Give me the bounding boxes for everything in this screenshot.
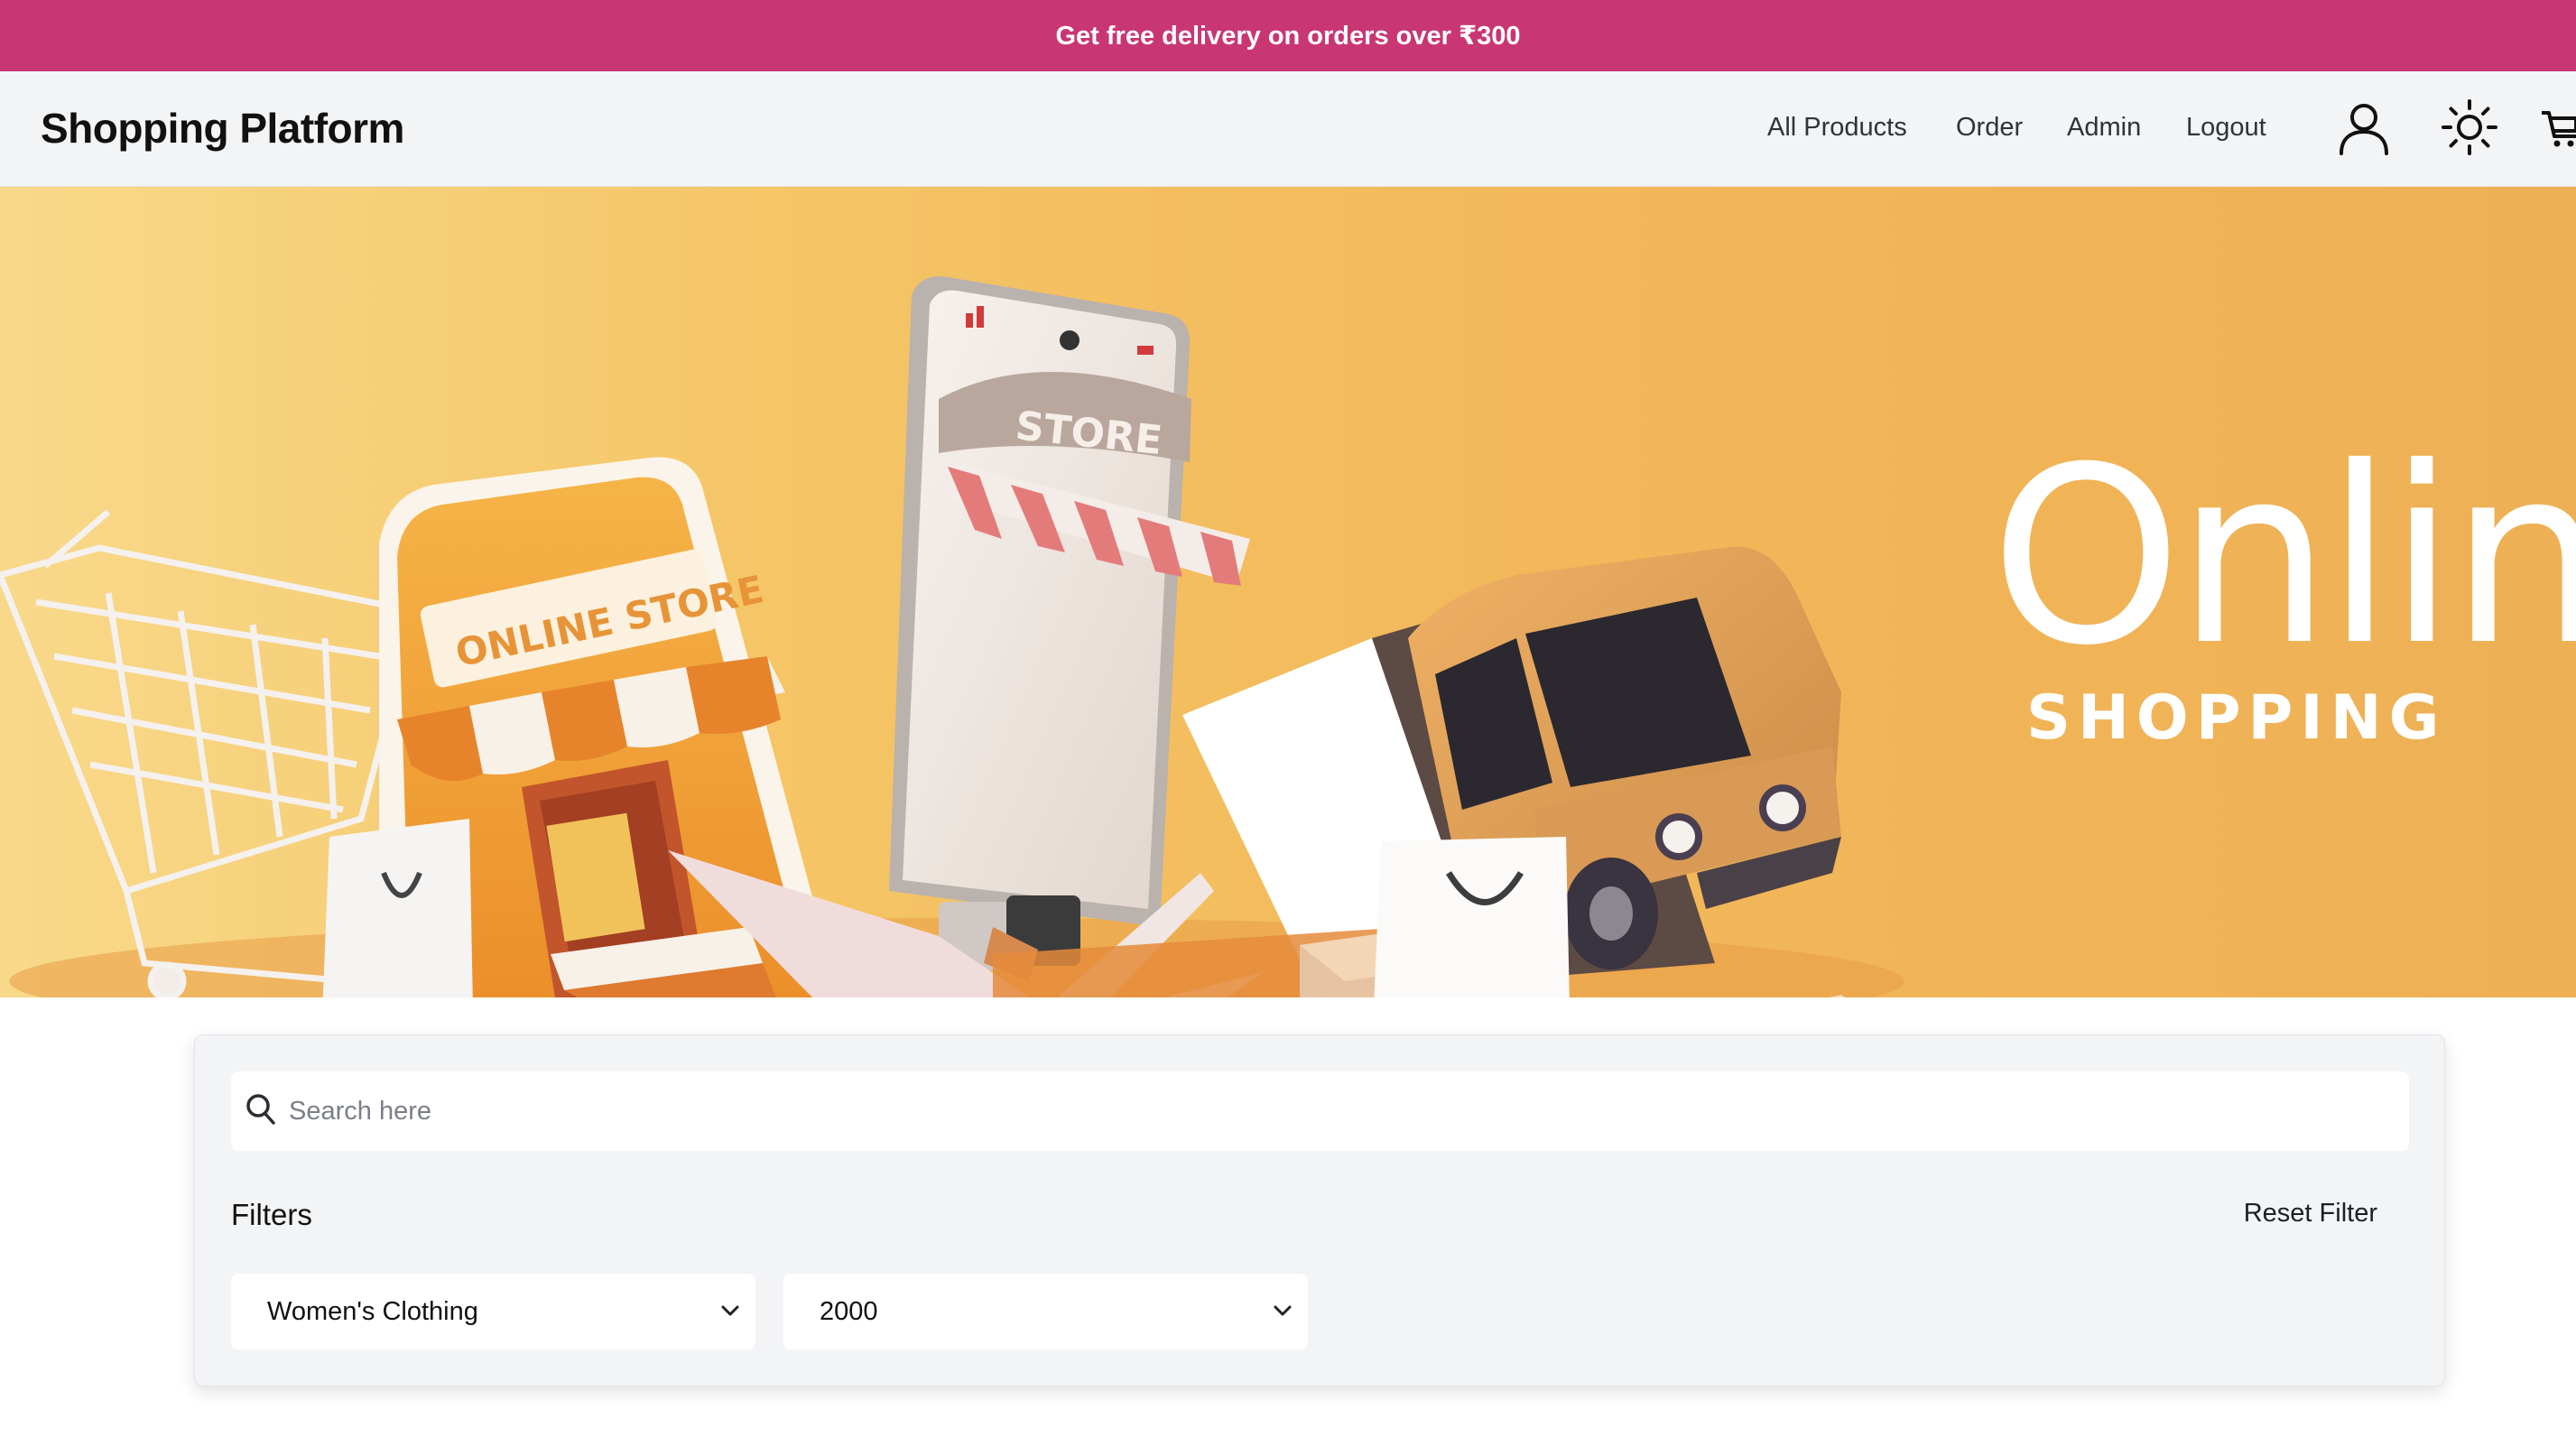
- search-input[interactable]: [289, 1071, 2365, 1151]
- promo-banner: Get free delivery on orders over ₹300: [0, 0, 2576, 71]
- hero-banner: ONLINE STORE STORE Onlin SHOPPING: [0, 187, 2576, 997]
- category-select[interactable]: Women's Clothing: [231, 1274, 755, 1349]
- bag-illustration-right: [1374, 837, 1570, 997]
- hero-subtitle: SHOPPING: [2026, 682, 2447, 754]
- sun-icon[interactable]: [2441, 98, 2498, 161]
- nav-all-products[interactable]: All Products: [1767, 113, 1907, 143]
- chevron-down-icon: [719, 1302, 741, 1324]
- phone-illustration: STORE: [889, 276, 1250, 981]
- category-select-value: Women's Clothing: [267, 1297, 478, 1326]
- site-header: Shopping Platform All Products Order Adm…: [0, 71, 2576, 187]
- search-icon: [246, 1093, 276, 1130]
- user-icon[interactable]: [2338, 101, 2390, 160]
- chevron-down-icon: [1272, 1302, 1293, 1324]
- site-logo[interactable]: Shopping Platform: [41, 104, 404, 153]
- promo-text: Get free delivery on orders over ₹300: [1055, 22, 1521, 51]
- nav-admin[interactable]: Admin: [2067, 113, 2141, 143]
- search-box[interactable]: [231, 1071, 2409, 1151]
- price-select-value: 2000: [820, 1297, 878, 1326]
- filters-heading: Filters: [231, 1198, 312, 1231]
- nav-order[interactable]: Order: [1956, 113, 2023, 143]
- price-select[interactable]: 2000: [783, 1274, 1308, 1349]
- bag-illustration-left: [322, 819, 473, 997]
- cart-icon[interactable]: [2540, 107, 2576, 153]
- filter-panel: Filters Reset Filter Women's Clothing 20…: [194, 1034, 2445, 1386]
- reset-filter-button[interactable]: Reset Filter: [2244, 1199, 2377, 1229]
- hero-title: Online.: [1990, 414, 2576, 699]
- nav-logout[interactable]: Logout: [2186, 113, 2266, 143]
